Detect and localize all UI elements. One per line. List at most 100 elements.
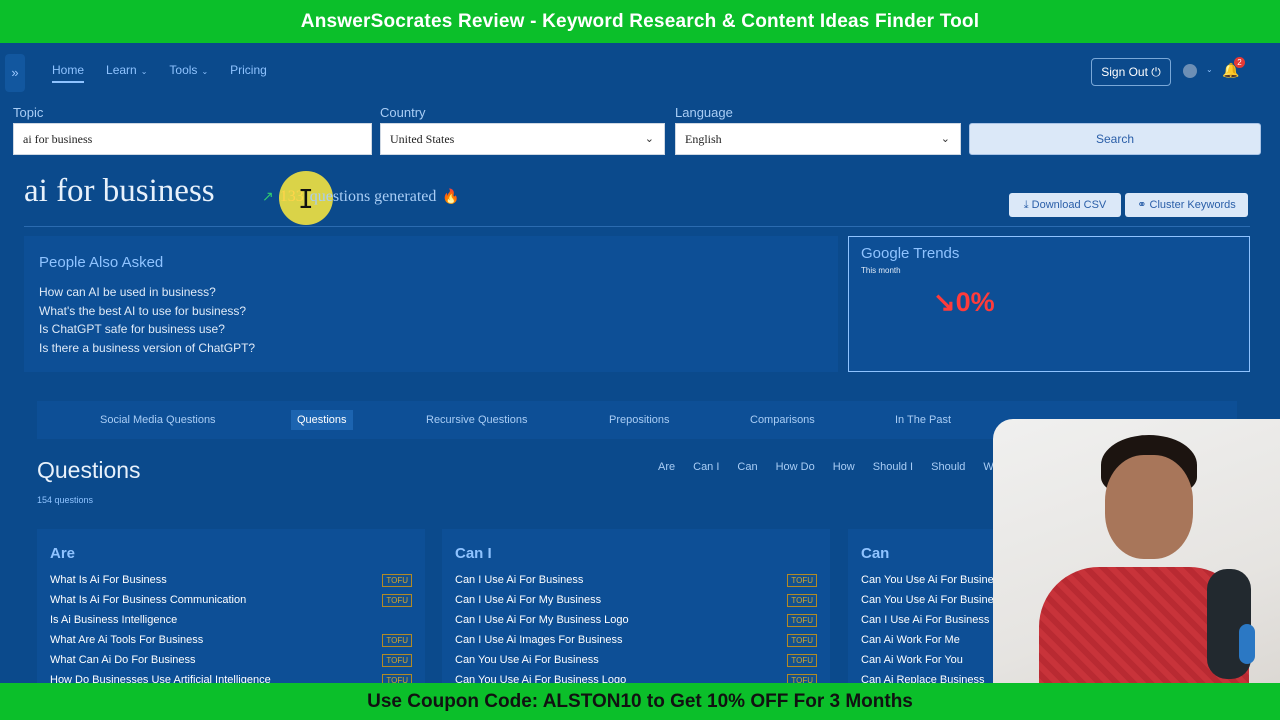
presenter-face — [1105, 455, 1193, 559]
tofu-badge: TOFU — [787, 594, 817, 607]
list-item[interactable]: Can You Use Ai For Business TOFU — [455, 654, 817, 674]
filter-can-i[interactable]: Can I — [693, 461, 719, 473]
language-label: Language — [675, 105, 733, 120]
question-count: ↗ 133 questions generated 🔥 — [262, 188, 460, 206]
avatar[interactable] — [1183, 64, 1197, 78]
trends-value: ↘0% — [933, 287, 995, 317]
list-item[interactable]: Can I Use Ai For Business TOFU — [455, 574, 817, 594]
question-text: What Is Ai For Business — [50, 574, 167, 586]
microphone-accent — [1239, 624, 1255, 664]
topic-label: Topic — [13, 105, 44, 120]
tofu-badge: TOFU — [787, 614, 817, 627]
list-item[interactable]: Can I Use Ai For My Business TOFU — [455, 594, 817, 614]
question-text: Can You Use Ai For Business Logo — [455, 674, 627, 683]
list-item[interactable]: Can I Use Ai Images For Business TOFU — [455, 634, 817, 654]
card-rows: What Is Ai For Business TOFU What Is Ai F… — [50, 574, 412, 683]
language-value: English — [685, 132, 722, 146]
trends-period: This month — [861, 266, 901, 275]
trend-up-icon: ↗ — [262, 189, 274, 205]
question-text: Can Ai Work For You — [861, 654, 963, 666]
tab-in-the-past[interactable]: In The Past — [895, 410, 951, 430]
tab-questions[interactable]: Questions — [291, 410, 353, 430]
nav-pricing[interactable]: Pricing — [230, 63, 267, 83]
question-text: Can I Use Ai For My Business Logo — [455, 614, 629, 626]
chevron-down-icon: ⌄ — [201, 67, 209, 76]
paa-item[interactable]: Is ChatGPT safe for business use? — [39, 320, 255, 339]
sign-out-button[interactable]: Sign Out ⏻ — [1091, 58, 1171, 86]
paa-list: How can AI be used in business? What's t… — [39, 283, 255, 357]
question-text: Can You Use Ai For Busine — [861, 594, 994, 606]
language-select[interactable]: English ⌄ — [675, 123, 961, 155]
sidebar-expand-button[interactable]: » — [5, 54, 25, 92]
text-cursor-icon: I — [298, 185, 314, 215]
question-text: Can I Use Ai For My Business — [455, 594, 602, 606]
list-item[interactable]: What Are Ai Tools For Business TOFU — [50, 634, 412, 654]
question-text: Can You Use Ai For Business — [455, 654, 599, 666]
question-card-are: Are What Is Ai For Business TOFU What Is … — [37, 529, 425, 683]
paa-item[interactable]: What's the best AI to use for business? — [39, 302, 255, 321]
question-card-can-i: Can I Can I Use Ai For Business TOFU Can … — [442, 529, 830, 683]
question-text: What Can Ai Do For Business — [50, 654, 196, 666]
tofu-badge: TOFU — [382, 594, 412, 607]
nav-tools[interactable]: Tools ⌄ — [169, 63, 208, 83]
list-item[interactable]: Can I Use Ai For My Business Logo TOFU — [455, 614, 817, 634]
cluster-keywords-button[interactable]: ⚭ Cluster Keywords — [1125, 193, 1248, 217]
question-text: What Is Ai For Business Communication — [50, 594, 247, 606]
chevron-down-icon[interactable]: ⌄ — [1206, 65, 1213, 74]
nav-home[interactable]: Home — [52, 63, 85, 83]
download-csv-button[interactable]: ⤓ Download CSV — [1009, 193, 1121, 217]
country-select[interactable]: United States ⌄ — [380, 123, 665, 155]
google-trends-panel: Google Trends This month ↘0% — [848, 236, 1250, 372]
paa-item[interactable]: How can AI be used in business? — [39, 283, 255, 302]
fire-icon: 🔥 — [442, 189, 460, 205]
tab-prepositions[interactable]: Prepositions — [609, 410, 670, 430]
bottom-banner: Use Coupon Code: ALSTON10 to Get 10% OFF… — [0, 683, 1280, 720]
list-item[interactable]: How Do Businesses Use Artificial Intelli… — [50, 674, 412, 683]
paa-title: People Also Asked — [39, 254, 164, 271]
tofu-badge: TOFU — [787, 654, 817, 667]
list-item[interactable]: What Is Ai For Business Communication TOF… — [50, 594, 412, 614]
list-item[interactable]: What Can Ai Do For Business TOFU — [50, 654, 412, 674]
search-button[interactable]: Search — [969, 123, 1261, 155]
filter-should[interactable]: Should — [931, 461, 965, 473]
question-text: Can Ai Replace Business — [861, 674, 985, 683]
section-title: Questions — [37, 457, 141, 483]
question-text: Is Ai Business Intelligence — [50, 614, 178, 626]
tofu-badge: TOFU — [787, 634, 817, 647]
nav-links: Home Learn ⌄ Tools ⌄ Pricing — [52, 63, 267, 83]
list-item[interactable]: Can You Use Ai For Business Logo TOFU — [455, 674, 817, 683]
tofu-badge: TOFU — [382, 654, 412, 667]
notification-badge: 2 — [1234, 57, 1245, 68]
question-text: Can I Use Ai For Business — [861, 614, 990, 626]
result-title: ai for business — [24, 173, 215, 209]
topic-input[interactable]: ai for business — [13, 123, 372, 155]
question-text: Can You Use Ai For Busine — [861, 574, 994, 586]
chevron-down-icon: ⌄ — [140, 67, 148, 76]
trends-title: Google Trends — [861, 245, 960, 262]
filter-how-do[interactable]: How Do — [776, 461, 815, 473]
tab-social-media-questions[interactable]: Social Media Questions — [100, 410, 216, 430]
tab-comparisons[interactable]: Comparisons — [750, 410, 815, 430]
chevron-down-icon: ⌄ — [940, 133, 950, 145]
tofu-badge: TOFU — [787, 574, 817, 587]
filter-are[interactable]: Are — [658, 461, 675, 473]
top-banner: AnswerSocrates Review - Keyword Research… — [0, 0, 1280, 43]
list-item[interactable]: Is Ai Business Intelligence — [50, 614, 412, 634]
country-label: Country — [380, 105, 426, 120]
filter-how[interactable]: How — [833, 461, 855, 473]
card-rows: Can I Use Ai For Business TOFU Can I Use … — [455, 574, 817, 683]
tab-recursive-questions[interactable]: Recursive Questions — [426, 410, 528, 430]
nav-learn[interactable]: Learn ⌄ — [106, 63, 147, 83]
filter-can[interactable]: Can — [737, 461, 757, 473]
question-text: Can I Use Ai Images For Business — [455, 634, 623, 646]
card-title: Can I — [455, 545, 492, 562]
paa-item[interactable]: Is there a business version of ChatGPT? — [39, 339, 255, 358]
question-text: What Are Ai Tools For Business — [50, 634, 204, 646]
filter-should-i[interactable]: Should I — [873, 461, 913, 473]
question-text: How Do Businesses Use Artificial Intelli… — [50, 674, 271, 683]
card-title: Can — [861, 545, 890, 562]
country-value: United States — [390, 132, 455, 146]
list-item[interactable]: What Is Ai For Business TOFU — [50, 574, 412, 594]
tofu-badge: TOFU — [382, 574, 412, 587]
nav-learn-label: Learn — [106, 63, 137, 77]
